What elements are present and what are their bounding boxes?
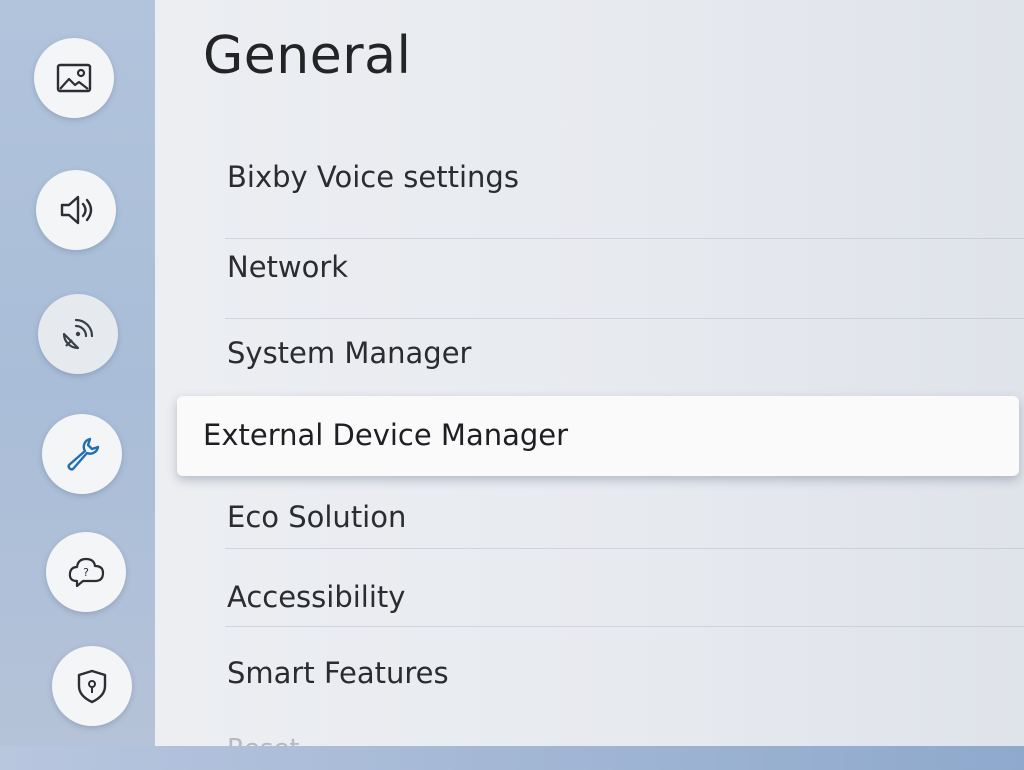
menu-item-smart-features[interactable]: Smart Features — [227, 656, 449, 690]
general-category-button[interactable] — [42, 414, 122, 494]
menu-item-accessibility[interactable]: Accessibility — [227, 580, 405, 614]
settings-category-rail: ? — [0, 0, 165, 770]
support-icon: ? — [68, 557, 105, 588]
wrench-icon — [67, 437, 100, 471]
divider — [225, 626, 1024, 627]
menu-item-external-device-manager[interactable]: External Device Manager — [177, 396, 1019, 476]
menu-item-eco-solution[interactable]: Eco Solution — [227, 500, 406, 534]
broadcasting-icon — [62, 318, 94, 350]
selected-item-label: External Device Manager — [203, 418, 569, 452]
divider — [225, 238, 1024, 239]
privacy-category-button[interactable] — [52, 646, 132, 726]
general-settings-panel: General Bixby Voice settings Network Sys… — [155, 0, 1024, 764]
svg-text:?: ? — [83, 566, 89, 579]
menu-item-network[interactable]: Network — [227, 250, 348, 284]
tv-settings-screen: ? General Bixby Voice settings Network S… — [0, 0, 1024, 770]
menu-item-bixby-voice-settings[interactable]: Bixby Voice settings — [227, 160, 519, 194]
divider — [225, 548, 1024, 549]
screen-bottom-edge — [0, 746, 1024, 770]
privacy-shield-icon — [77, 669, 107, 704]
picture-icon — [56, 63, 92, 93]
sound-icon — [60, 195, 93, 225]
divider — [225, 318, 1024, 319]
menu-item-system-manager[interactable]: System Manager — [227, 336, 471, 370]
picture-category-button[interactable] — [34, 38, 114, 118]
broadcasting-category-button[interactable] — [38, 294, 118, 374]
panel-title: General — [203, 26, 412, 86]
sound-category-button[interactable] — [36, 170, 116, 250]
support-category-button[interactable]: ? — [46, 532, 126, 612]
